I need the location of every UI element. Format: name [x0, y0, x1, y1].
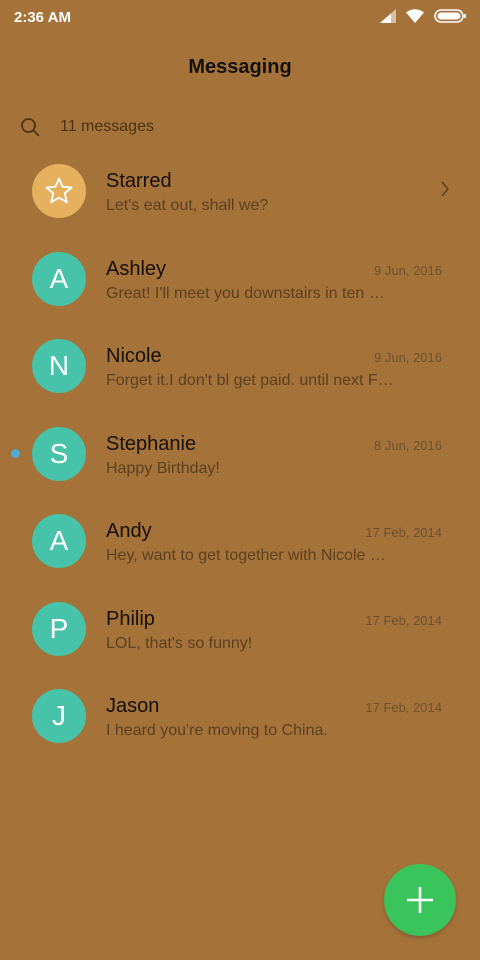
- status-bar: 2:36 AM: [0, 0, 480, 34]
- signal-icon: [380, 9, 396, 23]
- conversation-list: Starred Let's eat out, shall we? A Ashle…: [0, 150, 480, 763]
- conversation-item-starred[interactable]: Starred Let's eat out, shall we?: [0, 150, 480, 238]
- conversation-name: Starred: [106, 170, 172, 192]
- conversation-item-ashley[interactable]: A Ashley 9 Jun, 2016 Great! I'll meet yo…: [0, 238, 480, 326]
- wifi-icon: [406, 9, 424, 23]
- conversation-date: 17 Feb, 2014: [365, 525, 442, 540]
- conversation-name: Andy: [106, 520, 152, 542]
- star-icon: [45, 177, 73, 204]
- conversation-date: 8 Jun, 2016: [374, 437, 442, 453]
- conversation-item-nicole[interactable]: N Nicole 9 Jun, 2016 Forget it.I don't b…: [0, 325, 480, 413]
- contact-avatar: A: [32, 514, 86, 568]
- contact-avatar: N: [32, 339, 86, 393]
- conversation-date: 17 Feb, 2014: [365, 700, 442, 715]
- contact-avatar: P: [32, 601, 86, 656]
- conversation-item-andy[interactable]: A Andy 17 Feb, 2014 Hey, want to get tog…: [0, 500, 480, 588]
- conversation-name: Stephanie: [106, 432, 197, 455]
- conversation-item-stephanie[interactable]: S Stephanie 8 Jun, 2016 Happy Birthday!: [0, 413, 480, 501]
- search-bar[interactable]: 11 messages: [20, 116, 154, 138]
- chevron-right-icon: [441, 181, 449, 197]
- unread-indicator: [11, 448, 20, 458]
- conversation-preview: LOL, that's so funny!: [106, 634, 253, 652]
- contact-avatar: S: [32, 426, 86, 481]
- status-time: 2:36 AM: [14, 9, 71, 26]
- conversation-item-jason[interactable]: J Jason 17 Feb, 2014 I heard you're movi…: [0, 675, 480, 763]
- conversation-date: 9 Jun, 2016: [374, 262, 442, 278]
- contact-avatar: J: [32, 689, 86, 743]
- page-title: Messaging: [188, 56, 292, 78]
- contact-avatar: A: [32, 251, 86, 306]
- conversation-preview: Happy Birthday!: [106, 459, 220, 477]
- conversation-name: Nicole: [106, 345, 162, 367]
- conversation-preview: Forget it.I don't bl get paid. until nex…: [106, 372, 394, 389]
- status-icons: [380, 9, 466, 23]
- conversation-date: 9 Jun, 2016: [374, 350, 442, 365]
- conversation-preview: Hey, want to get together with Nicole …: [106, 547, 386, 564]
- battery-icon: [434, 9, 466, 23]
- search-icon: [21, 118, 40, 137]
- conversation-name: Philip: [106, 607, 155, 630]
- starred-avatar: [32, 164, 86, 218]
- plus-icon: [407, 887, 433, 913]
- new-message-button[interactable]: [384, 864, 456, 936]
- conversation-preview: Great! I'll meet you downstairs in ten …: [106, 284, 385, 302]
- conversation-date: 17 Feb, 2014: [365, 612, 442, 628]
- conversation-preview: I heard you're moving to China.: [106, 722, 328, 739]
- conversation-name: Jason: [106, 695, 160, 717]
- message-count: 11 messages: [60, 118, 154, 135]
- conversation-name: Ashley: [106, 257, 167, 280]
- conversation-item-philip[interactable]: P Philip 17 Feb, 2014 LOL, that's so fun…: [0, 588, 480, 676]
- conversation-preview: Let's eat out, shall we?: [106, 197, 269, 214]
